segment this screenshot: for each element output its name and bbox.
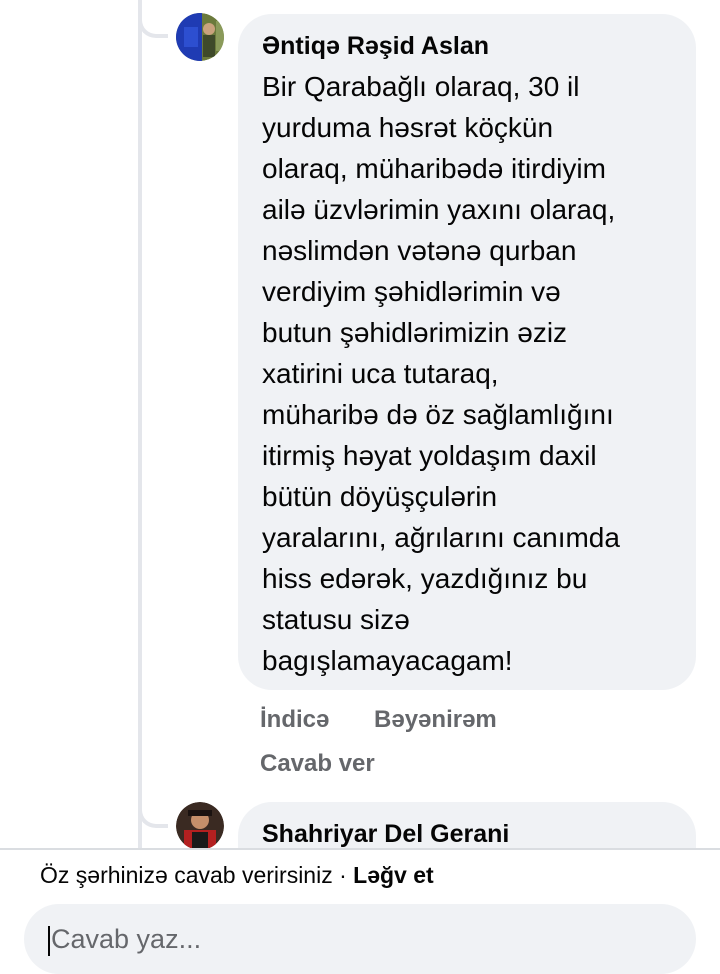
reply-button[interactable]: Cavab ver xyxy=(260,750,497,778)
reply-input-placeholder: Cavab yaz... xyxy=(48,924,201,956)
thread-connector xyxy=(138,802,168,828)
comment-text: Bir Qarabağlı olaraq, 30 il yurduma həsr… xyxy=(262,71,620,676)
thread-connector xyxy=(138,12,168,38)
reply-composer: Öz şərhinizə cavab verirsiniz · Ləğv et … xyxy=(0,848,720,974)
comment-actions: İndicə Bəyənirəm Cavab ver xyxy=(260,706,497,778)
comment-timestamp: İndicə xyxy=(260,706,330,733)
text-caret xyxy=(48,925,50,956)
reply-context: Öz şərhinizə cavab verirsiniz · Ləğv et xyxy=(40,862,434,889)
thread-line xyxy=(138,0,142,848)
reply-context-text: Öz şərhinizə cavab verirsiniz xyxy=(40,862,333,888)
reply-input[interactable]: Cavab yaz... xyxy=(24,904,696,974)
avatar[interactable] xyxy=(176,13,224,61)
comment-author[interactable]: Əntiqə Rəşid Aslan xyxy=(262,30,489,62)
like-button[interactable]: Bəyənirəm xyxy=(374,706,497,734)
separator: · xyxy=(332,862,354,888)
comment-bubble: Əntiqə Rəşid Aslan Bir Qarabağlı olaraq,… xyxy=(238,14,696,690)
comment-author[interactable]: Shahriyar Del Gerani xyxy=(262,818,509,850)
reply-placeholder-text: Cavab yaz... xyxy=(51,924,202,954)
cancel-reply-button[interactable]: Ləğv et xyxy=(353,862,434,888)
avatar[interactable] xyxy=(176,802,224,850)
